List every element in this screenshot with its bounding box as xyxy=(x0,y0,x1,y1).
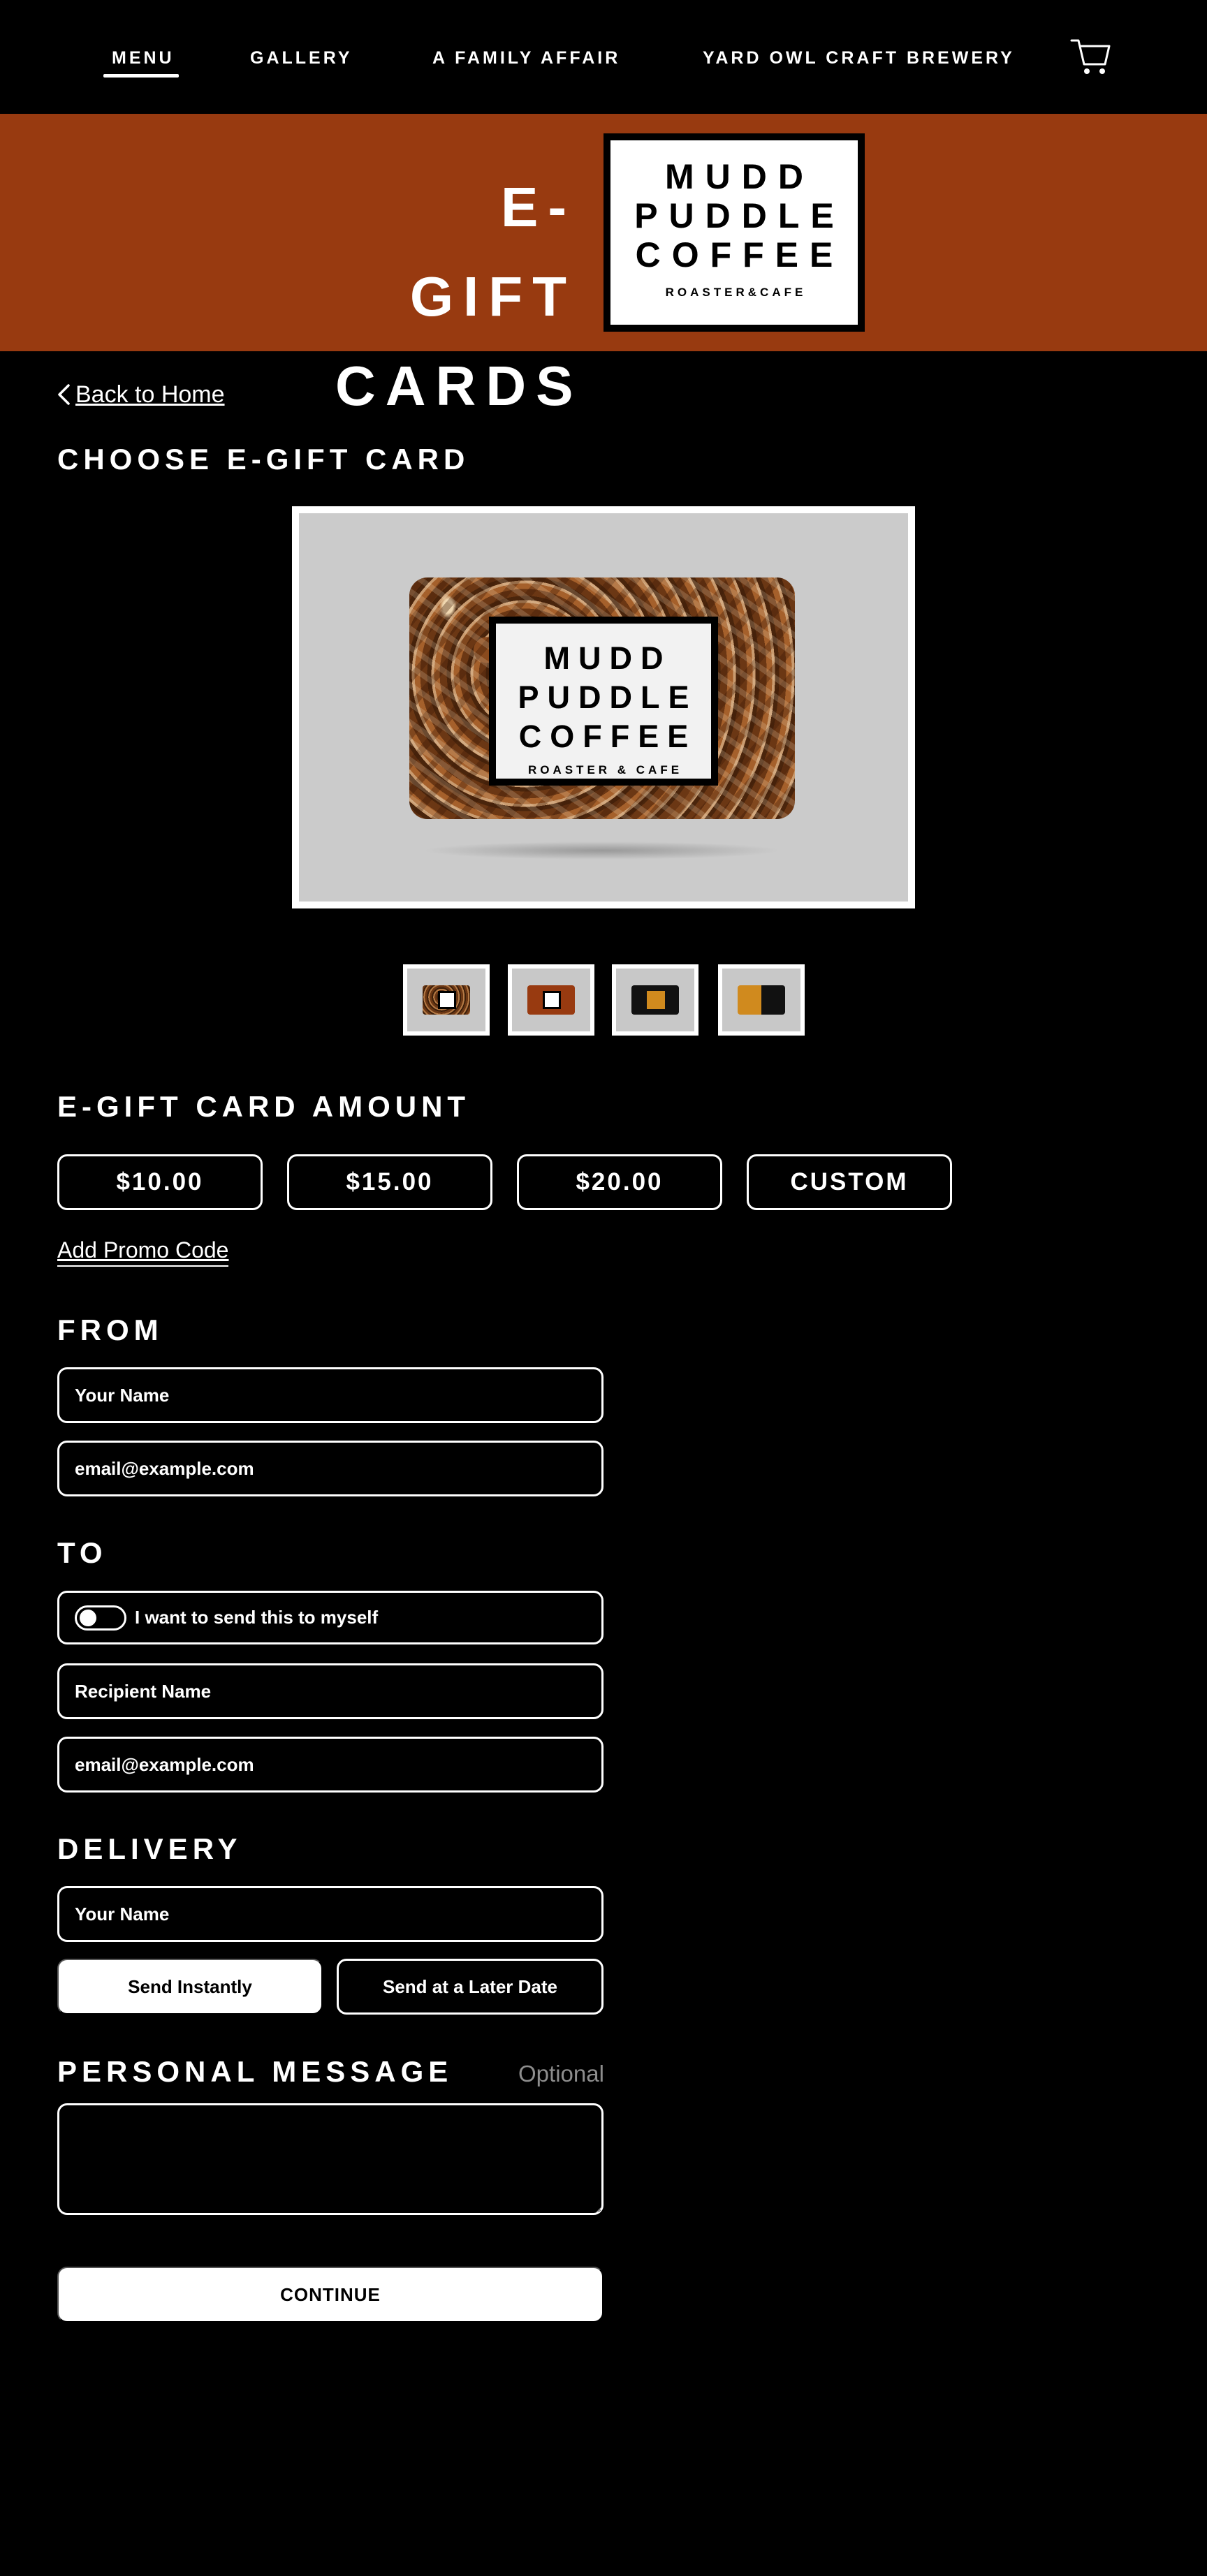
personal-message-heading: PERSONAL MESSAGE xyxy=(57,2055,453,2088)
card-logo-subtitle: ROASTER & CAFE xyxy=(527,763,683,777)
send-later-button[interactable]: Send at a Later Date xyxy=(337,1959,604,2015)
banner-title: E-GIFT CARDS xyxy=(335,163,576,431)
delivery-heading: DELIVERY xyxy=(57,1832,242,1865)
banner-title-line2: CARDS xyxy=(335,355,583,417)
nav-active-underline xyxy=(103,74,179,78)
continue-button[interactable]: CONTINUE xyxy=(57,2267,604,2323)
logo-line3: COFFEE xyxy=(635,235,844,274)
to-heading: TO xyxy=(57,1536,108,1569)
hero-banner: E-GIFT CARDS MUDD PUDDLE COFFEE ROASTER&… xyxy=(0,114,1207,417)
amount-custom-button[interactable]: CUSTOM xyxy=(747,1154,952,1210)
choose-heading: CHOOSE E-GIFT CARD xyxy=(57,443,470,476)
from-email-input[interactable] xyxy=(57,1441,604,1496)
send-to-myself-row: I want to send this to myself xyxy=(57,1591,604,1644)
back-link-label: Back to Home xyxy=(75,381,225,408)
add-promo-code-link[interactable]: Add Promo Code xyxy=(57,1236,229,1267)
amount-15-button[interactable]: $15.00 xyxy=(287,1154,492,1210)
nav-family-affair[interactable]: A FAMILY AFFAIR xyxy=(432,47,620,68)
banner-title-line1: E-GIFT xyxy=(409,176,576,327)
card-thumb-coffee-beans[interactable] xyxy=(403,964,490,1036)
nav-menu[interactable]: MENU xyxy=(112,47,175,68)
back-to-home-link[interactable]: Back to Home xyxy=(56,381,225,409)
personal-message-textarea[interactable] xyxy=(57,2103,604,2215)
nav-yard-owl[interactable]: YARD OWL CRAFT BREWERY xyxy=(703,47,1015,68)
recipient-name-input[interactable] xyxy=(57,1663,604,1719)
from-name-input[interactable] xyxy=(57,1367,604,1423)
gift-card-image: MUDD PUDDLE COFFEE ROASTER & CAFE xyxy=(409,577,795,819)
selected-card-preview: MUDD PUDDLE COFFEE ROASTER & CAFE xyxy=(292,506,915,908)
logo-subtitle: ROASTER&CAFE xyxy=(665,286,807,299)
amount-20-button[interactable]: $20.00 xyxy=(517,1154,722,1210)
card-thumb-brown[interactable] xyxy=(508,964,594,1036)
card-logo-line1: MUDD xyxy=(543,640,672,676)
send-to-myself-toggle[interactable] xyxy=(75,1605,126,1631)
top-nav: MENU GALLERY A FAMILY AFFAIR YARD OWL CR… xyxy=(0,0,1207,114)
send-instantly-button[interactable]: Send Instantly xyxy=(57,1959,323,2015)
chevron-left-icon xyxy=(58,384,70,405)
toggle-knob xyxy=(80,1609,96,1626)
brand-logo: MUDD PUDDLE COFFEE ROASTER&CAFE xyxy=(604,133,865,332)
card-logo-line2: PUDDLE xyxy=(518,679,698,715)
logo-line2: PUDDLE xyxy=(634,196,845,235)
card-logo-line3: COFFEE xyxy=(518,719,697,754)
cart-icon[interactable] xyxy=(1070,38,1112,77)
card-thumb-black[interactable] xyxy=(612,964,698,1036)
recipient-email-input[interactable] xyxy=(57,1737,604,1793)
gift-card-logo: MUDD PUDDLE COFFEE ROASTER & CAFE xyxy=(489,617,718,786)
delivery-name-input[interactable] xyxy=(57,1886,604,1942)
card-shadow xyxy=(423,841,781,860)
logo-line1: MUDD xyxy=(665,157,814,196)
send-to-myself-label: I want to send this to myself xyxy=(135,1607,379,1628)
nav-gallery[interactable]: GALLERY xyxy=(250,47,353,68)
card-thumb-orange-black[interactable] xyxy=(718,964,805,1036)
optional-label: Optional xyxy=(518,2061,604,2086)
amount-10-button[interactable]: $10.00 xyxy=(57,1154,263,1210)
from-heading: FROM xyxy=(57,1313,163,1346)
amount-heading: E-GIFT CARD AMOUNT xyxy=(57,1090,471,1123)
